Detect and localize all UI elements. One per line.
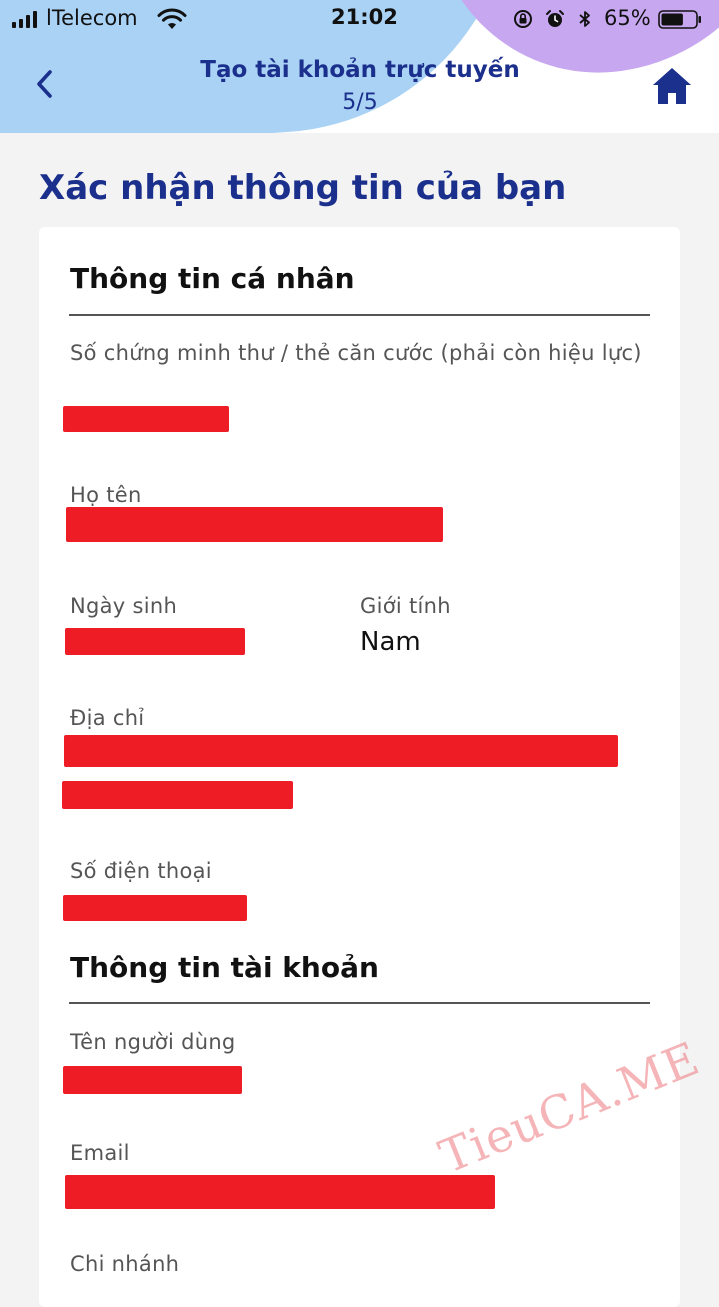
confirmation-card: [39, 227, 680, 1307]
bluetooth-icon: [579, 11, 590, 27]
id-number-label: Số chứng minh thư / thẻ căn cước (phải c…: [70, 341, 642, 365]
page-title: Xác nhận thông tin của bạn: [39, 168, 567, 208]
home-icon: [653, 68, 691, 104]
status-bar: lTelecom 21:02 65%: [0, 0, 719, 40]
full-name-label: Họ tên: [70, 483, 142, 507]
username-value-redacted: [63, 1066, 242, 1094]
email-label: Email: [70, 1141, 130, 1165]
phone-value-redacted: [63, 895, 247, 921]
step-indicator: 5/5: [342, 90, 378, 115]
battery-percentage: 65%: [604, 6, 651, 30]
section-divider: [69, 314, 650, 316]
gender-value: Nam: [360, 627, 421, 657]
id-number-value-redacted: [63, 406, 229, 432]
address-line2-redacted: [62, 781, 293, 809]
battery-icon: [658, 10, 701, 29]
header-title: Tạo tài khoản trực tuyến: [200, 57, 520, 83]
section-title-personal: Thông tin cá nhân: [70, 262, 355, 295]
section-title-account: Thông tin tài khoản: [70, 951, 379, 984]
status-time: 21:02: [331, 5, 398, 29]
full-name-value-redacted: [66, 507, 443, 542]
section-divider: [69, 1002, 650, 1004]
back-button[interactable]: [26, 64, 62, 104]
phone-label: Số điện thoại: [70, 859, 212, 883]
username-label: Tên người dùng: [70, 1030, 236, 1054]
branch-label: Chi nhánh: [70, 1252, 180, 1276]
wifi-icon: [157, 8, 187, 29]
email-value-redacted: [65, 1175, 495, 1209]
carrier-name: lTelecom: [46, 6, 138, 30]
gender-label: Giới tính: [360, 594, 451, 618]
orientation-lock-icon: [514, 10, 532, 28]
dob-label: Ngày sinh: [70, 594, 178, 618]
signal-strength-icon: [12, 11, 37, 28]
dob-value-redacted: [65, 628, 245, 655]
alarm-icon: [546, 10, 564, 27]
address-label: Địa chỉ: [70, 706, 145, 730]
chevron-left-icon: [37, 70, 52, 98]
address-line1-redacted: [64, 735, 618, 767]
home-button[interactable]: [650, 64, 694, 108]
